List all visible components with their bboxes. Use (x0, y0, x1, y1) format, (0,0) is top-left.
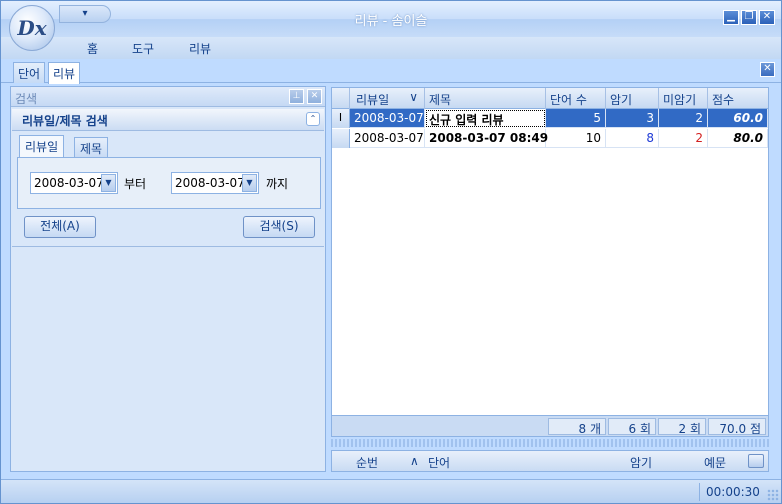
to-label: 까지 (266, 177, 289, 191)
row-header-corner (332, 88, 350, 109)
search-panel: 검색 ⊥ ✕ 리뷰일/제목 검색 ⌃ 리뷰일 제목 2008-03-07 ▼ 부… (10, 86, 326, 472)
show-all-button[interactable]: 전체(A) (24, 216, 96, 238)
summary-unmemorized: 2 회 (658, 418, 706, 436)
search-button[interactable]: 검색(S) (243, 216, 315, 238)
cell-memorized: 8 (606, 129, 659, 148)
col-word-count[interactable]: 단어 수 (546, 88, 606, 109)
app-logo-button[interactable]: Dx (9, 5, 55, 51)
summary-memorized: 6 회 (608, 418, 656, 436)
col-seq[interactable]: 순번 (356, 454, 378, 471)
panel-close-icon[interactable]: ✕ (307, 89, 322, 104)
cell-date: 2008-03-07 (350, 129, 425, 148)
menu-icon[interactable] (748, 454, 764, 468)
collapse-icon[interactable]: ⌃ (306, 112, 320, 126)
divider (12, 246, 324, 247)
close-button[interactable]: ✕ (759, 10, 775, 25)
row-indicator (332, 129, 350, 148)
cell-words: 10 (546, 129, 606, 148)
grid-summary-footer: 8 개 6 회 2 회 70.0 점 (332, 415, 768, 436)
search-group-header[interactable]: 리뷰일/제목 검색 ⌃ (12, 109, 324, 131)
cell-unmemorized: 2 (659, 109, 708, 128)
col-memorized[interactable]: 암기 (630, 454, 652, 471)
col-unmemorized[interactable]: 미암기 (659, 88, 708, 109)
from-date-field[interactable]: 2008-03-07 ▼ (30, 172, 118, 194)
col-score[interactable]: 점수 (708, 88, 768, 109)
window-controls: ▁ ❐ ✕ (723, 10, 775, 25)
horizontal-splitter[interactable] (331, 439, 769, 447)
col-review-date[interactable]: 리뷰일 ∨ (350, 88, 425, 109)
tab-review[interactable]: 리뷰 (48, 62, 81, 84)
search-group-title: 리뷰일/제목 검색 (22, 114, 108, 128)
maximize-button[interactable]: ❐ (741, 10, 757, 25)
review-grid: 리뷰일 ∨ 제목 단어 수 암기 미암기 점수 I 2008-03-07 신규 … (331, 87, 769, 437)
close-tab-icon[interactable]: ✕ (760, 62, 775, 77)
cell-date: 2008-03-07 (350, 109, 425, 128)
tab-words[interactable]: 단어 (13, 62, 46, 83)
pin-icon[interactable]: ⊥ (289, 89, 304, 104)
cell-unmemorized: 2 (659, 129, 708, 148)
grid-header: 리뷰일 ∨ 제목 단어 수 암기 미암기 점수 (332, 88, 768, 109)
search-panel-header: 검색 ⊥ ✕ (11, 87, 325, 107)
status-bar: 00:00:30 (1, 479, 781, 503)
menu-review[interactable]: 리뷰 (189, 40, 211, 57)
minimize-button[interactable]: ▁ (723, 10, 739, 25)
document-tabs: 단어 리뷰 (1, 59, 781, 84)
ribbon-menu: 홈 도구 리뷰 (1, 37, 781, 59)
cell-memorized: 3 (606, 109, 659, 128)
word-detail-grid: 순번 ∧ 단어 암기 예문 (331, 450, 769, 472)
from-date-value: 2008-03-07 (34, 176, 104, 190)
resize-grip-icon[interactable] (767, 489, 779, 501)
chevron-down-icon[interactable]: ▼ (242, 174, 257, 192)
col-label: 리뷰일 (356, 93, 390, 107)
cell-score: 60.0 (708, 109, 768, 128)
table-row[interactable]: I 2008-03-07 신규 입력 리뷰 5 3 2 60.0 (332, 109, 768, 128)
menu-tools[interactable]: 도구 (132, 40, 154, 57)
tab-title[interactable]: 제목 (74, 137, 109, 158)
col-title[interactable]: 제목 (425, 88, 546, 109)
col-word[interactable]: 단어 (428, 454, 450, 471)
cell-score: 80.0 (708, 129, 768, 148)
row-indicator: I (332, 109, 350, 128)
col-example[interactable]: 예문 (704, 454, 726, 471)
from-label: 부터 (124, 177, 147, 191)
app-window: 리뷰 - 솜이슬 ▾ ▁ ❐ ✕ Dx 홈 도구 리뷰 단어 리뷰 ✕ 검색 ⊥… (0, 0, 782, 504)
menu-home[interactable]: 홈 (87, 40, 98, 57)
cell-title[interactable]: 신규 입력 리뷰 (425, 109, 546, 128)
to-date-field[interactable]: 2008-03-07 ▼ (171, 172, 259, 194)
summary-score: 70.0 점 (708, 418, 766, 436)
cell-title: 2008-03-07 08:49 (425, 129, 548, 148)
tab-review-date[interactable]: 리뷰일 (19, 135, 65, 158)
date-search-body: 2008-03-07 ▼ 부터 2008-03-07 ▼ 까지 (17, 157, 321, 209)
elapsed-time: 00:00:30 (699, 483, 761, 501)
logo-text: Dx (17, 16, 47, 40)
cell-words: 5 (546, 109, 606, 128)
search-panel-title: 검색 (15, 92, 38, 106)
detail-grid-header: 순번 ∧ 단어 암기 예문 (332, 451, 768, 471)
col-memorized[interactable]: 암기 (606, 88, 659, 109)
window-title: 리뷰 - 솜이슬 (354, 14, 428, 29)
sort-asc-icon: ∧ (410, 454, 419, 468)
sort-desc-icon: ∨ (409, 90, 418, 104)
title-bar: 리뷰 - 솜이슬 ▾ ▁ ❐ ✕ (1, 1, 781, 37)
to-date-value: 2008-03-07 (175, 176, 245, 190)
quick-access-toolbar[interactable]: ▾ (59, 5, 111, 23)
chevron-down-icon[interactable]: ▼ (101, 174, 116, 192)
table-row[interactable]: 2008-03-07 2008-03-07 08:49 10 8 2 80.0 (332, 129, 768, 148)
summary-words: 8 개 (548, 418, 606, 436)
